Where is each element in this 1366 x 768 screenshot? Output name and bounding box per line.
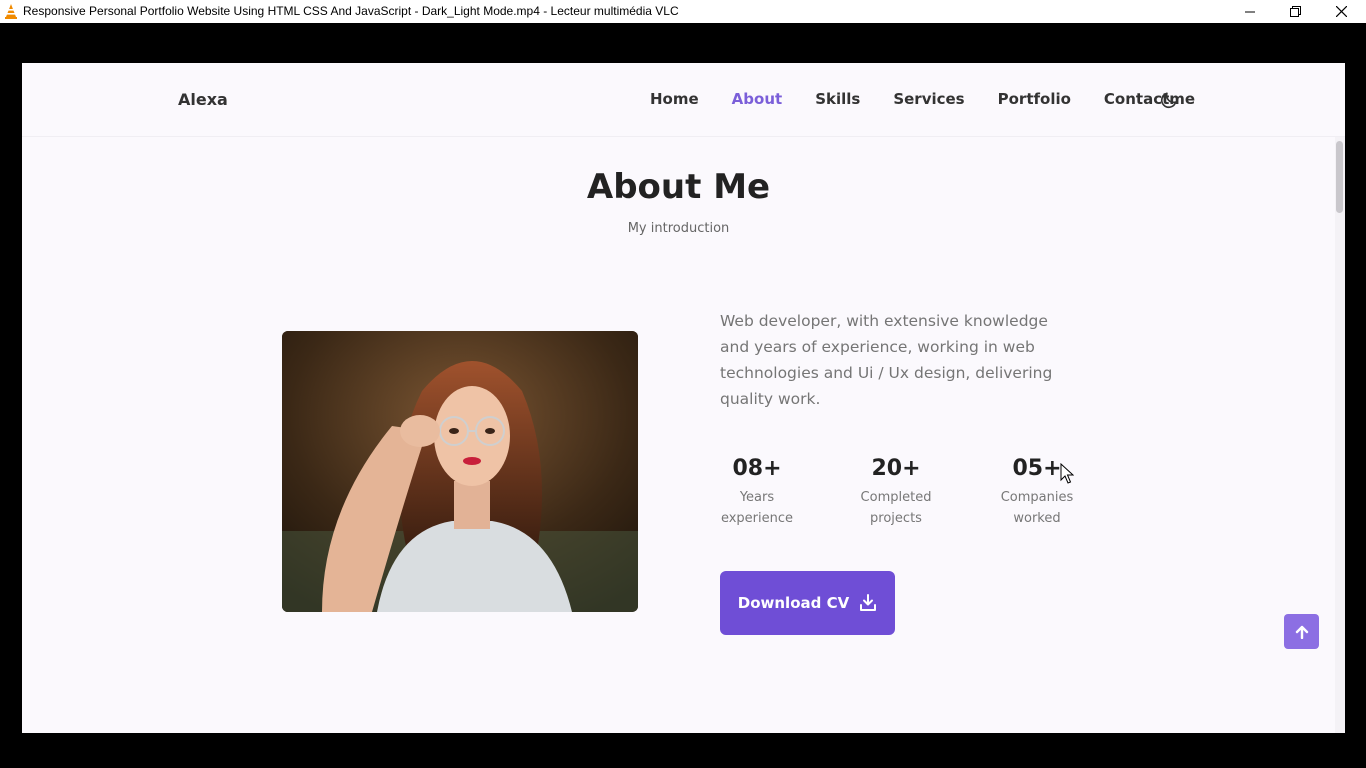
portfolio-page: Alexa Home About Skills Services Portfol… — [22, 63, 1345, 733]
stat-number: 05+ — [1012, 456, 1062, 481]
stat-label-line1: Completed — [860, 490, 932, 505]
close-button[interactable] — [1318, 0, 1364, 23]
logo[interactable]: Alexa — [178, 90, 228, 109]
portrait-image — [282, 331, 638, 612]
download-cv-button[interactable]: Download CV — [720, 571, 895, 635]
page-scrollbar[interactable] — [1335, 137, 1345, 733]
about-description: Web developer, with extensive knowledge … — [720, 312, 1053, 408]
window-title: Responsive Personal Portfolio Website Us… — [23, 4, 679, 18]
section-title: About Me — [586, 167, 771, 207]
window-titlebar: Responsive Personal Portfolio Website Us… — [0, 0, 1366, 23]
scrollbar-thumb[interactable] — [1336, 141, 1343, 213]
nav-services[interactable]: Services — [893, 90, 964, 108]
close-icon — [1335, 6, 1347, 17]
stat-companies: 05+ Companies worked — [982, 453, 1092, 529]
nav-contactme[interactable]: Contactme — [1104, 90, 1195, 108]
main-nav: Home About Skills Services Portfolio Con… — [650, 90, 1228, 108]
nav-portfolio[interactable]: Portfolio — [998, 90, 1071, 108]
stat-projects: 20+ Completed projects — [841, 453, 951, 529]
restore-button[interactable] — [1272, 0, 1318, 23]
stat-label-line2: projects — [870, 511, 922, 526]
vlc-cone-icon — [5, 4, 17, 19]
nav-home[interactable]: Home — [650, 90, 699, 108]
stat-label-line1: Companies — [1000, 490, 1074, 505]
stat-label-line2: worked — [1013, 511, 1061, 526]
minimize-button[interactable] — [1227, 0, 1273, 23]
section-subtitle: My introduction — [627, 221, 730, 236]
scroll-up-button[interactable] — [1284, 614, 1319, 649]
download-cv-label: Download CV — [737, 594, 850, 612]
moon-icon[interactable] — [1159, 90, 1179, 110]
download-icon — [860, 594, 877, 611]
nav-about[interactable]: About — [732, 90, 783, 108]
stat-label-line1: Years — [739, 490, 775, 505]
restore-icon — [1289, 6, 1301, 17]
mouse-cursor-icon — [1060, 463, 1074, 484]
minimize-icon — [1245, 11, 1255, 12]
about-photo — [282, 331, 638, 612]
arrow-up-icon — [1295, 625, 1308, 639]
stat-years: 08+ Years experience — [702, 453, 812, 529]
stat-number: 08+ — [732, 456, 782, 481]
site-header: Alexa Home About Skills Services Portfol… — [22, 63, 1345, 137]
stat-label-line2: experience — [720, 511, 794, 526]
stat-number: 20+ — [871, 456, 921, 481]
nav-skills[interactable]: Skills — [815, 90, 860, 108]
